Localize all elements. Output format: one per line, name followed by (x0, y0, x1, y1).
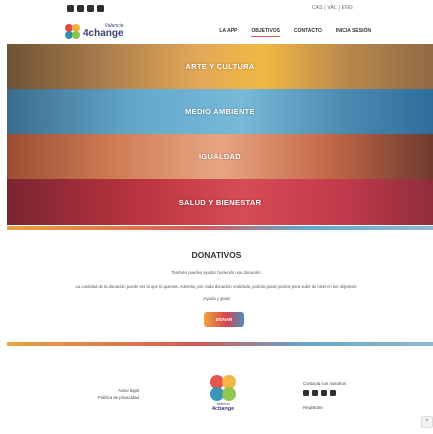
facebook-icon[interactable] (77, 5, 84, 12)
banner-medio-ambiente[interactable]: MEDIO AMBIENTE (7, 89, 433, 134)
footer-links: Aviso legal Política de privacidad (98, 387, 139, 401)
nav-menu: LA APP OBJETIVOS CONTACTO INICIA SESIÓN (219, 28, 371, 37)
logo-mark-icon (65, 24, 80, 39)
footer-logo-mark-icon (209, 374, 237, 402)
header-social-links (67, 5, 104, 12)
donativos-text-1: También puedes ayudar haciendo una donac… (171, 270, 262, 275)
top-bar: CAS | VAL | ENG (0, 0, 433, 17)
nav-item-inicia-sesion[interactable]: INICIA SESIÓN (336, 28, 371, 37)
email-icon[interactable] (330, 390, 336, 396)
logo[interactable]: Valencia 4change (65, 24, 124, 39)
footer-logo-main-text: 4change (211, 405, 235, 412)
donativos-text-3: ¡Ayuda y gana! (202, 296, 231, 301)
aviso-legal-link[interactable]: Aviso legal (98, 387, 139, 394)
banner-salud-y-bienestar[interactable]: SALUD Y BIENESTAR (7, 179, 433, 225)
back-to-top-button[interactable]: ^ (421, 416, 433, 428)
donativos-text-2: La cantidad de la donación puede ser la … (75, 284, 358, 289)
footer-contact: Contacta con nosotros Regístrate (303, 381, 346, 410)
banner-label: SALUD Y BIENESTAR (178, 197, 262, 207)
banner-arte-y-cultura[interactable]: ARTE Y CULTURA (7, 44, 433, 89)
footer-logo: Valencia 4change (206, 374, 240, 412)
twitter-icon[interactable] (87, 5, 94, 12)
nav-item-contacto[interactable]: CONTACTO (294, 28, 322, 37)
footer-social-links (303, 390, 346, 396)
nav-item-objetivos[interactable]: OBJETIVOS (251, 28, 281, 37)
banner-label: MEDIO AMBIENTE (185, 107, 255, 116)
register-link[interactable]: Regístrate (303, 405, 346, 410)
donar-button[interactable]: DONAR (204, 312, 244, 327)
contact-label: Contacta con nosotros (303, 381, 346, 386)
color-divider (7, 342, 433, 346)
email-icon[interactable] (97, 5, 104, 12)
footer-logo-text: Valencia 4change (206, 402, 240, 412)
language-switch[interactable]: CAS | VAL | ENG (312, 5, 353, 11)
banner-label: ARTE Y CULTURA (185, 62, 255, 71)
logo-text: Valencia 4change (83, 24, 124, 39)
twitter-icon[interactable] (321, 390, 327, 396)
chevron-up-icon: ^ (425, 419, 429, 425)
instagram-icon[interactable] (67, 5, 74, 12)
instagram-icon[interactable] (303, 390, 309, 396)
main-nav: Valencia 4change LA APP OBJETIVOS CONTAC… (0, 18, 433, 44)
color-divider (7, 226, 433, 230)
facebook-icon[interactable] (312, 390, 318, 396)
banner-label: IGUALDAD (199, 152, 241, 161)
logo-main-text: 4change (83, 28, 124, 39)
donativos-title: DONATIVOS (191, 250, 242, 260)
nav-item-la-app[interactable]: LA APP (219, 28, 237, 37)
banner-igualdad[interactable]: IGUALDAD (7, 134, 433, 179)
politica-privacidad-link[interactable]: Política de privacidad (98, 394, 139, 401)
